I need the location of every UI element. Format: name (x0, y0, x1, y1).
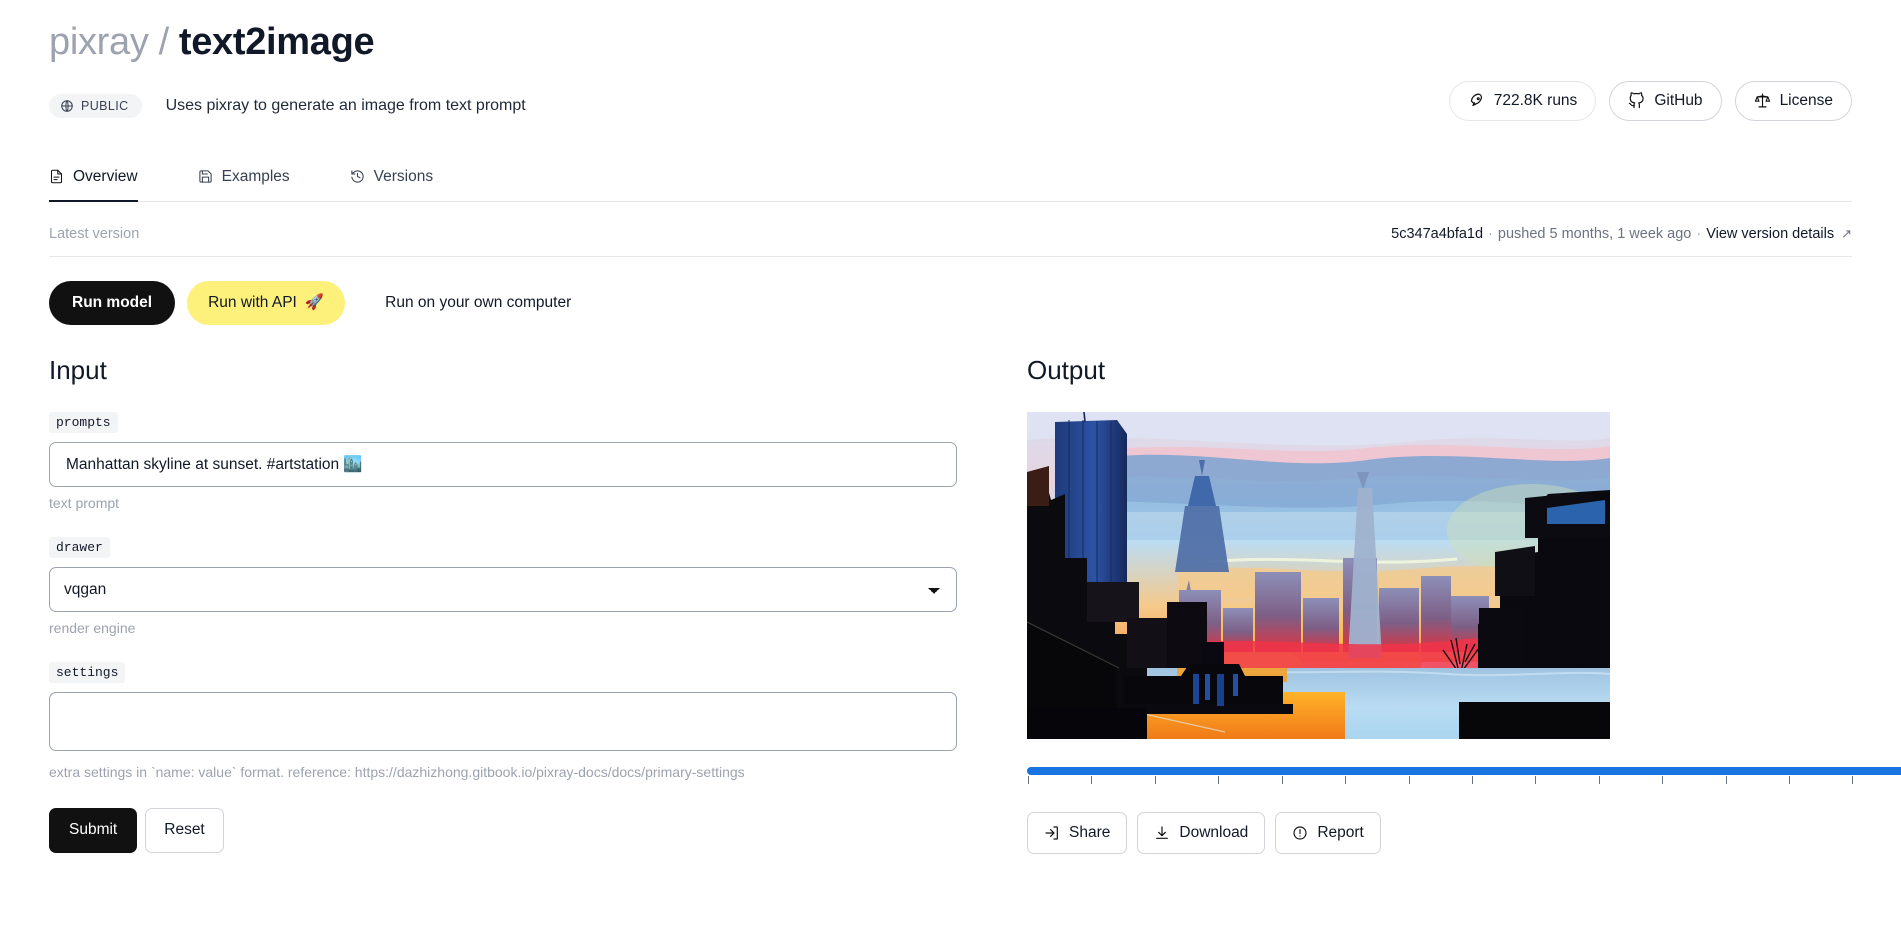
tab-examples[interactable]: Examples (198, 168, 290, 202)
github-button[interactable]: GitHub (1609, 80, 1722, 121)
slider-tick (1028, 775, 1029, 784)
tab-versions[interactable]: Versions (350, 168, 433, 202)
slider-tick (1154, 775, 1156, 784)
field-drawer: drawer vqgan render engine (49, 536, 957, 636)
run-model-button[interactable]: Run model (49, 280, 176, 325)
scales-icon (1754, 92, 1771, 109)
github-icon (1628, 92, 1645, 109)
external-link-icon: ↗ (1841, 225, 1852, 241)
share-icon (1044, 825, 1060, 841)
version-bar: Latest version 5c347a4bfa1d · pushed 5 m… (49, 202, 1852, 257)
view-version-details-link[interactable]: View version details (1706, 226, 1834, 242)
field-drawer-help: render engine (49, 619, 136, 636)
frame-slider-container (1027, 766, 1901, 784)
field-prompts-help: text prompt (49, 494, 120, 511)
page-title: pixray / text2image (49, 20, 1852, 66)
model-page: pixray / text2image PUBLIC Uses pixray t… (0, 0, 1901, 937)
version-separator-1: · (1488, 225, 1493, 242)
frame-slider[interactable] (1027, 766, 1901, 775)
model-name: text2image (178, 21, 375, 63)
save-icon (198, 169, 213, 184)
run-with-api-label: Run with API (208, 293, 297, 311)
version-pushed: pushed 5 months, 1 week ago (1497, 225, 1692, 242)
slider-tick (1852, 775, 1854, 784)
settings-textarea[interactable] (49, 691, 957, 751)
body-columns: Input prompts text prompt drawer vqgan r… (49, 355, 1901, 854)
field-settings-label: settings (49, 661, 126, 683)
field-drawer-label: drawer (49, 536, 110, 558)
tab-examples-label: Examples (221, 167, 290, 185)
input-column: Input prompts text prompt drawer vqgan r… (49, 355, 957, 854)
tab-overview-label: Overview (73, 167, 138, 185)
download-button[interactable]: Download (1137, 811, 1266, 854)
model-tagline: Uses pixray to generate an image from te… (165, 96, 526, 114)
version-hash: 5c347a4bfa1d (1391, 225, 1484, 242)
prompts-input[interactable] (49, 441, 957, 487)
slider-tick (1471, 775, 1473, 784)
license-button[interactable]: License (1734, 80, 1852, 121)
status-badge: PUBLIC (49, 93, 142, 118)
input-heading: Input (49, 354, 107, 385)
download-icon (1154, 825, 1170, 841)
output-image-container[interactable] (1027, 411, 1610, 739)
share-label: Share (1069, 823, 1111, 841)
globe-icon (60, 99, 74, 113)
rocket-icon (1468, 92, 1485, 109)
version-details: 5c347a4bfa1d · pushed 5 months, 1 week a… (1391, 226, 1852, 242)
run-own-computer-link[interactable]: Run on your own computer (385, 294, 571, 312)
github-label: GitHub (1654, 91, 1703, 109)
slider-tick (1218, 775, 1220, 784)
output-column: Output Share Download Report (957, 355, 1901, 854)
slider-tick (1598, 775, 1600, 784)
version-separator-2: · (1696, 225, 1702, 242)
form-actions: Submit Reset (49, 807, 957, 853)
generated-image (1027, 411, 1610, 739)
tab-versions-label: Versions (373, 167, 434, 185)
slider-tick (1725, 775, 1727, 784)
owner-link[interactable]: pixray (49, 20, 149, 66)
output-heading: Output (1027, 354, 1106, 385)
slider-tick (1789, 775, 1791, 784)
run-with-api-button[interactable]: Run with API 🚀 (187, 280, 346, 325)
slider-tick (1281, 775, 1283, 784)
download-label: Download (1179, 823, 1249, 841)
field-settings-help: extra settings in `name: value` format. … (49, 763, 745, 780)
slider-tick (1091, 775, 1093, 784)
slider-tick (1535, 775, 1537, 784)
license-label: License (1779, 91, 1833, 109)
run-actions: Run model Run with API 🚀 Run on your own… (49, 280, 1852, 325)
slider-tick (1408, 775, 1410, 784)
field-prompts-label: prompts (49, 411, 118, 433)
slider-tick (1662, 775, 1664, 784)
header-actions: 722.8K runs GitHub License (1448, 80, 1852, 121)
tab-overview[interactable]: Overview (49, 168, 138, 202)
reset-button[interactable]: Reset (145, 807, 224, 853)
report-label: Report (1317, 823, 1364, 841)
slider-ticks (1027, 775, 1901, 784)
runs-count-pill[interactable]: 722.8K runs (1448, 80, 1597, 121)
field-settings: settings extra settings in `name: value`… (49, 661, 957, 780)
document-icon (49, 169, 64, 184)
page-header: pixray / text2image (49, 0, 1852, 66)
tab-bar: Overview Examples Versions (49, 156, 1852, 202)
alert-circle-icon (1292, 825, 1308, 841)
field-prompts: prompts text prompt (49, 411, 957, 511)
drawer-select[interactable]: vqgan (49, 566, 957, 612)
slider-tick (1345, 775, 1347, 784)
history-icon (350, 169, 365, 184)
rocket-emoji-icon: 🚀 (304, 294, 325, 312)
report-button[interactable]: Report (1275, 811, 1381, 854)
runs-count-label: 722.8K runs (1493, 91, 1578, 109)
title-separator: / (158, 21, 170, 63)
submit-button[interactable]: Submit (49, 807, 138, 853)
output-actions: Share Download Report (1027, 811, 1901, 854)
latest-version-label: Latest version (49, 225, 140, 242)
share-button[interactable]: Share (1027, 811, 1128, 854)
status-badge-label: PUBLIC (81, 98, 129, 113)
meta-row: PUBLIC Uses pixray to generate an image … (49, 80, 1852, 122)
